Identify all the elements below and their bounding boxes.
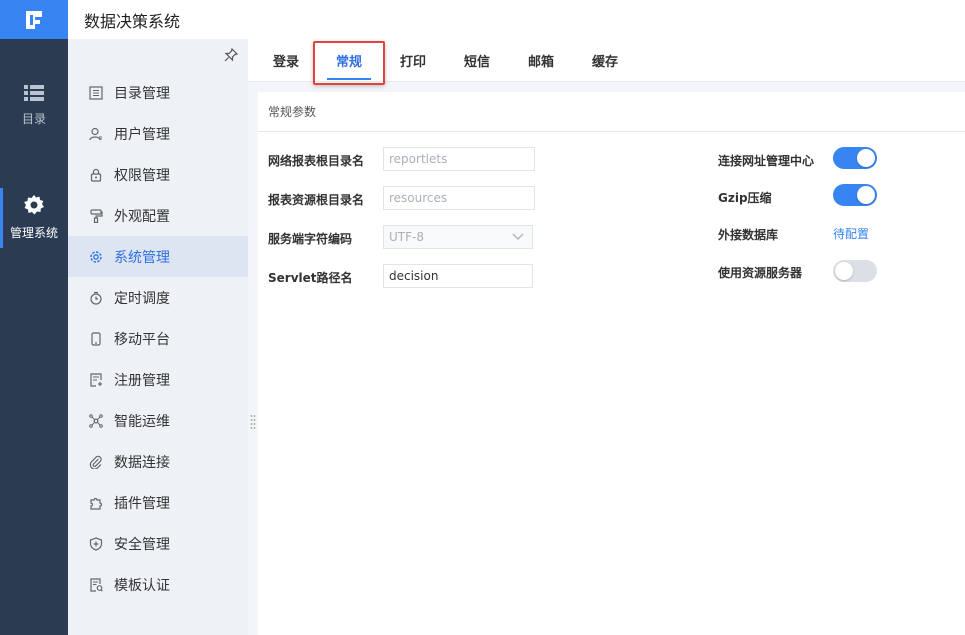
tab-print[interactable]: 打印 bbox=[391, 39, 435, 82]
sidebar-item-label: 智能运维 bbox=[114, 413, 170, 430]
tab-login[interactable]: 登录 bbox=[264, 39, 308, 82]
logo-icon bbox=[26, 10, 42, 29]
sidebar-item-label: 注册管理 bbox=[114, 372, 170, 389]
sidebar-item-permissions[interactable]: 权限管理 bbox=[68, 154, 248, 195]
sidebar-item-system[interactable]: 系统管理 bbox=[68, 236, 248, 277]
register-icon bbox=[88, 372, 104, 388]
server-encoding-label: 服务端字符编码 bbox=[268, 232, 353, 246]
sidebar-item-label: 用户管理 bbox=[114, 126, 170, 143]
gzip-toggle[interactable] bbox=[833, 184, 877, 206]
sidebar-item-mobile[interactable]: 移动平台 bbox=[68, 318, 248, 359]
gear-icon bbox=[88, 249, 104, 265]
sidebar-item-label: 定时调度 bbox=[114, 290, 170, 307]
sidebar-item-label: 数据连接 bbox=[114, 454, 170, 471]
pin-icon[interactable] bbox=[224, 47, 239, 66]
puzzle-icon bbox=[88, 495, 104, 511]
sidebar-item-label: 安全管理 bbox=[114, 536, 170, 553]
list-icon bbox=[24, 85, 44, 101]
sidebar-item-label: 外观配置 bbox=[114, 208, 170, 225]
network-icon bbox=[88, 413, 104, 429]
servlet-name-label: Servlet路径名 bbox=[268, 271, 353, 285]
report-root-label: 网络报表根目录名 bbox=[268, 154, 365, 168]
rail-item-label: 管理系统 bbox=[9, 226, 58, 240]
left-rail: 目录 管理系统 bbox=[0, 0, 68, 635]
rail-item-catalog[interactable]: 目录 bbox=[0, 84, 68, 127]
gzip-label: Gzip压缩 bbox=[718, 191, 772, 205]
resource-server-toggle[interactable] bbox=[833, 260, 877, 282]
servlet-name-input[interactable]: decision bbox=[383, 264, 533, 288]
sidebar-item-label: 移动平台 bbox=[114, 331, 170, 348]
sidebar-item-plugins[interactable]: 插件管理 bbox=[68, 482, 248, 523]
mobile-icon bbox=[88, 331, 104, 347]
tab-cache[interactable]: 缓存 bbox=[583, 39, 627, 82]
sidebar-item-ops[interactable]: 智能运维 bbox=[68, 400, 248, 441]
sidebar-item-register[interactable]: 注册管理 bbox=[68, 359, 248, 400]
app-title: 数据决策系统 bbox=[84, 11, 181, 31]
panel-title: 常规参数 bbox=[268, 105, 317, 119]
toggle-knob bbox=[857, 186, 875, 204]
report-root-input[interactable]: reportlets bbox=[383, 147, 535, 171]
rail-item-management[interactable]: 管理系统 bbox=[0, 188, 68, 248]
gear-icon bbox=[24, 195, 44, 215]
sidebar-item-label: 系统管理 bbox=[114, 249, 170, 266]
sidebar-menu: 目录管理 用户管理 权限管理 外观配置 系统管理 定时调度 移动平台 注册管理 bbox=[68, 39, 248, 635]
tab-general[interactable]: 常规 bbox=[323, 39, 375, 82]
server-encoding-select[interactable]: UTF-8 bbox=[383, 225, 533, 249]
paperclip-icon bbox=[88, 454, 104, 470]
external-db-label: 外接数据库 bbox=[718, 228, 779, 242]
connect-center-label: 连接网址管理中心 bbox=[718, 154, 815, 168]
user-icon bbox=[88, 126, 104, 142]
tab-mail[interactable]: 邮箱 bbox=[519, 39, 563, 82]
brush-icon bbox=[88, 208, 104, 224]
sidebar-item-catalog[interactable]: 目录管理 bbox=[68, 72, 248, 113]
sidebar-item-schedule[interactable]: 定时调度 bbox=[68, 277, 248, 318]
sidebar-item-label: 目录管理 bbox=[114, 85, 170, 102]
sidebar-item-connection[interactable]: 数据连接 bbox=[68, 441, 248, 482]
sidebar-item-label: 模板认证 bbox=[114, 577, 170, 594]
shield-icon bbox=[88, 536, 104, 552]
sidebar-item-label: 插件管理 bbox=[114, 495, 170, 512]
server-encoding-value: UTF-8 bbox=[389, 230, 424, 244]
general-settings-panel: 常规参数 网络报表根目录名 reportlets 报表资源根目录名 resour… bbox=[258, 92, 965, 635]
panel-divider bbox=[258, 131, 965, 132]
resource-root-input[interactable]: resources bbox=[383, 186, 535, 210]
toggle-knob bbox=[857, 149, 875, 167]
template-icon bbox=[88, 577, 104, 593]
tab-bar: 登录 常规 打印 短信 邮箱 缓存 bbox=[248, 39, 965, 82]
sidebar-item-label: 权限管理 bbox=[114, 167, 170, 184]
tab-sms[interactable]: 短信 bbox=[455, 39, 499, 82]
sidebar-item-security[interactable]: 安全管理 bbox=[68, 523, 248, 564]
resize-handle-icon[interactable] bbox=[250, 414, 256, 430]
lock-icon bbox=[88, 167, 104, 183]
timer-icon bbox=[88, 290, 104, 306]
toggle-knob bbox=[835, 262, 853, 280]
app-logo[interactable] bbox=[0, 0, 68, 39]
sidebar-item-users[interactable]: 用户管理 bbox=[68, 113, 248, 154]
app-header: 数据决策系统 bbox=[68, 0, 965, 39]
sidebar-item-template[interactable]: 模板认证 bbox=[68, 564, 248, 605]
catalog-icon bbox=[88, 85, 104, 101]
rail-item-label: 目录 bbox=[21, 112, 46, 126]
resource-root-label: 报表资源根目录名 bbox=[268, 193, 365, 207]
chevron-down-icon bbox=[512, 233, 524, 240]
external-db-config-link[interactable]: 待配置 bbox=[833, 225, 869, 242]
sidebar-item-appearance[interactable]: 外观配置 bbox=[68, 195, 248, 236]
resource-server-label: 使用资源服务器 bbox=[718, 266, 803, 280]
connect-center-toggle[interactable] bbox=[833, 147, 877, 169]
